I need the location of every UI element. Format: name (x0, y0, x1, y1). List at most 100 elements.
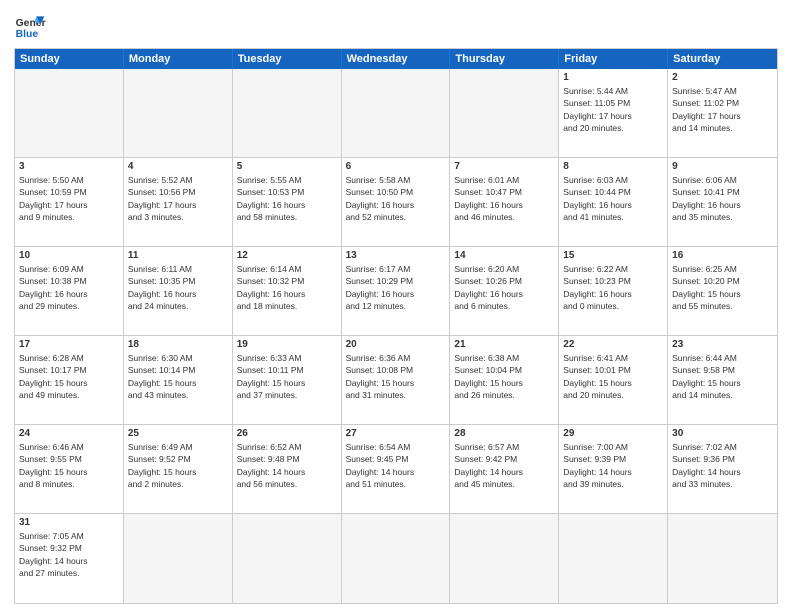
day-info: Sunrise: 6:25 AM Sunset: 10:20 PM Daylig… (672, 263, 773, 312)
header: General Blue (14, 10, 778, 42)
calendar-cell: 12 Sunrise: 6:14 AM Sunset: 10:32 PM Dayl… (233, 247, 342, 336)
calendar-cell: 17 Sunrise: 6:28 AM Sunset: 10:17 PM Dayl… (15, 336, 124, 425)
calendar-cell: 4Sunrise: 5:52 AM Sunset: 10:56 PM Dayli… (124, 158, 233, 247)
day-info: Sunrise: 6:33 AM Sunset: 10:11 PM Daylig… (237, 352, 337, 401)
day-info: Sunrise: 5:58 AM Sunset: 10:50 PM Daylig… (346, 174, 446, 223)
calendar-header: SundayMondayTuesdayWednesdayThursdayFrid… (15, 49, 777, 69)
calendar-cell: 18 Sunrise: 6:30 AM Sunset: 10:14 PM Dayl… (124, 336, 233, 425)
calendar-cell: 19 Sunrise: 6:33 AM Sunset: 10:11 PM Dayl… (233, 336, 342, 425)
day-number: 2 (672, 72, 773, 83)
day-info: Sunrise: 5:50 AM Sunset: 10:59 PM Daylig… (19, 174, 119, 223)
day-number: 15 (563, 250, 663, 261)
day-number: 26 (237, 428, 337, 439)
weekday-header: Sunday (15, 49, 124, 69)
calendar-cell (342, 69, 451, 158)
day-info: Sunrise: 6:14 AM Sunset: 10:32 PM Daylig… (237, 263, 337, 312)
weekday-header: Friday (559, 49, 668, 69)
calendar-cell: 24 Sunrise: 6:46 AM Sunset: 9:55 PM Dayli… (15, 425, 124, 514)
day-number: 4 (128, 161, 228, 172)
calendar-cell: 6 Sunrise: 5:58 AM Sunset: 10:50 PM Dayli… (342, 158, 451, 247)
calendar-cell: 28 Sunrise: 6:57 AM Sunset: 9:42 PM Dayli… (450, 425, 559, 514)
day-number: 12 (237, 250, 337, 261)
day-number: 24 (19, 428, 119, 439)
calendar-cell: 1 Sunrise: 5:44 AM Sunset: 11:05 PM Dayli… (559, 69, 668, 158)
page: General Blue SundayMondayTuesdayWednesda… (0, 0, 792, 612)
calendar-cell (342, 514, 451, 603)
weekday-header: Wednesday (342, 49, 451, 69)
calendar-cell: 23 Sunrise: 6:44 AM Sunset: 9:58 PM Dayli… (668, 336, 777, 425)
day-info: Sunrise: 6:28 AM Sunset: 10:17 PM Daylig… (19, 352, 119, 401)
weekday-header: Monday (124, 49, 233, 69)
calendar-cell (233, 514, 342, 603)
weekday-header: Thursday (450, 49, 559, 69)
calendar-cell: 8Sunrise: 6:03 AM Sunset: 10:44 PM Dayli… (559, 158, 668, 247)
calendar: SundayMondayTuesdayWednesdayThursdayFrid… (14, 48, 778, 604)
day-number: 21 (454, 339, 554, 350)
day-number: 3 (19, 161, 119, 172)
weekday-header: Saturday (668, 49, 777, 69)
calendar-cell (233, 69, 342, 158)
day-number: 18 (128, 339, 228, 350)
day-number: 14 (454, 250, 554, 261)
day-number: 30 (672, 428, 773, 439)
day-number: 20 (346, 339, 446, 350)
calendar-cell: 25Sunrise: 6:49 AM Sunset: 9:52 PM Dayli… (124, 425, 233, 514)
calendar-cell: 31 Sunrise: 7:05 AM Sunset: 9:32 PM Dayli… (15, 514, 124, 603)
day-number: 1 (563, 72, 663, 83)
calendar-cell: 16 Sunrise: 6:25 AM Sunset: 10:20 PM Dayl… (668, 247, 777, 336)
day-info: Sunrise: 5:44 AM Sunset: 11:05 PM Daylig… (563, 85, 663, 134)
day-number: 7 (454, 161, 554, 172)
calendar-cell: 13Sunrise: 6:17 AM Sunset: 10:29 PM Dayl… (342, 247, 451, 336)
day-number: 25 (128, 428, 228, 439)
day-number: 23 (672, 339, 773, 350)
calendar-cell: 15Sunrise: 6:22 AM Sunset: 10:23 PM Dayl… (559, 247, 668, 336)
day-info: Sunrise: 6:30 AM Sunset: 10:14 PM Daylig… (128, 352, 228, 401)
calendar-cell: 11 Sunrise: 6:11 AM Sunset: 10:35 PM Dayl… (124, 247, 233, 336)
day-number: 28 (454, 428, 554, 439)
calendar-cell: 29Sunrise: 7:00 AM Sunset: 9:39 PM Dayli… (559, 425, 668, 514)
day-info: Sunrise: 6:09 AM Sunset: 10:38 PM Daylig… (19, 263, 119, 312)
calendar-cell: 30 Sunrise: 7:02 AM Sunset: 9:36 PM Dayli… (668, 425, 777, 514)
logo-icon: General Blue (14, 10, 46, 42)
day-number: 5 (237, 161, 337, 172)
day-info: Sunrise: 6:06 AM Sunset: 10:41 PM Daylig… (672, 174, 773, 223)
day-number: 13 (346, 250, 446, 261)
calendar-cell (124, 69, 233, 158)
calendar-cell (15, 69, 124, 158)
day-number: 10 (19, 250, 119, 261)
day-info: Sunrise: 6:20 AM Sunset: 10:26 PM Daylig… (454, 263, 554, 312)
day-number: 9 (672, 161, 773, 172)
svg-text:Blue: Blue (16, 29, 39, 40)
day-number: 22 (563, 339, 663, 350)
calendar-cell: 5Sunrise: 5:55 AM Sunset: 10:53 PM Dayli… (233, 158, 342, 247)
logo: General Blue (14, 10, 46, 42)
day-info: Sunrise: 7:02 AM Sunset: 9:36 PM Dayligh… (672, 441, 773, 490)
calendar-cell: 20Sunrise: 6:36 AM Sunset: 10:08 PM Dayl… (342, 336, 451, 425)
calendar-cell (450, 69, 559, 158)
calendar-cell (450, 514, 559, 603)
day-number: 31 (19, 517, 119, 528)
day-info: Sunrise: 6:57 AM Sunset: 9:42 PM Dayligh… (454, 441, 554, 490)
calendar-cell: 2Sunrise: 5:47 AM Sunset: 11:02 PM Dayli… (668, 69, 777, 158)
day-info: Sunrise: 7:05 AM Sunset: 9:32 PM Dayligh… (19, 530, 119, 579)
day-info: Sunrise: 6:46 AM Sunset: 9:55 PM Dayligh… (19, 441, 119, 490)
day-info: Sunrise: 6:52 AM Sunset: 9:48 PM Dayligh… (237, 441, 337, 490)
day-info: Sunrise: 6:38 AM Sunset: 10:04 PM Daylig… (454, 352, 554, 401)
day-number: 16 (672, 250, 773, 261)
calendar-cell: 7Sunrise: 6:01 AM Sunset: 10:47 PM Dayli… (450, 158, 559, 247)
calendar-cell (124, 514, 233, 603)
day-info: Sunrise: 6:11 AM Sunset: 10:35 PM Daylig… (128, 263, 228, 312)
day-number: 17 (19, 339, 119, 350)
calendar-cell: 27Sunrise: 6:54 AM Sunset: 9:45 PM Dayli… (342, 425, 451, 514)
day-info: Sunrise: 7:00 AM Sunset: 9:39 PM Dayligh… (563, 441, 663, 490)
calendar-cell: 3 Sunrise: 5:50 AM Sunset: 10:59 PM Dayli… (15, 158, 124, 247)
calendar-cell (559, 514, 668, 603)
day-number: 6 (346, 161, 446, 172)
day-info: Sunrise: 6:54 AM Sunset: 9:45 PM Dayligh… (346, 441, 446, 490)
day-number: 19 (237, 339, 337, 350)
day-number: 11 (128, 250, 228, 261)
calendar-cell: 10 Sunrise: 6:09 AM Sunset: 10:38 PM Dayl… (15, 247, 124, 336)
day-info: Sunrise: 6:44 AM Sunset: 9:58 PM Dayligh… (672, 352, 773, 401)
calendar-cell: 26 Sunrise: 6:52 AM Sunset: 9:48 PM Dayli… (233, 425, 342, 514)
day-info: Sunrise: 6:03 AM Sunset: 10:44 PM Daylig… (563, 174, 663, 223)
